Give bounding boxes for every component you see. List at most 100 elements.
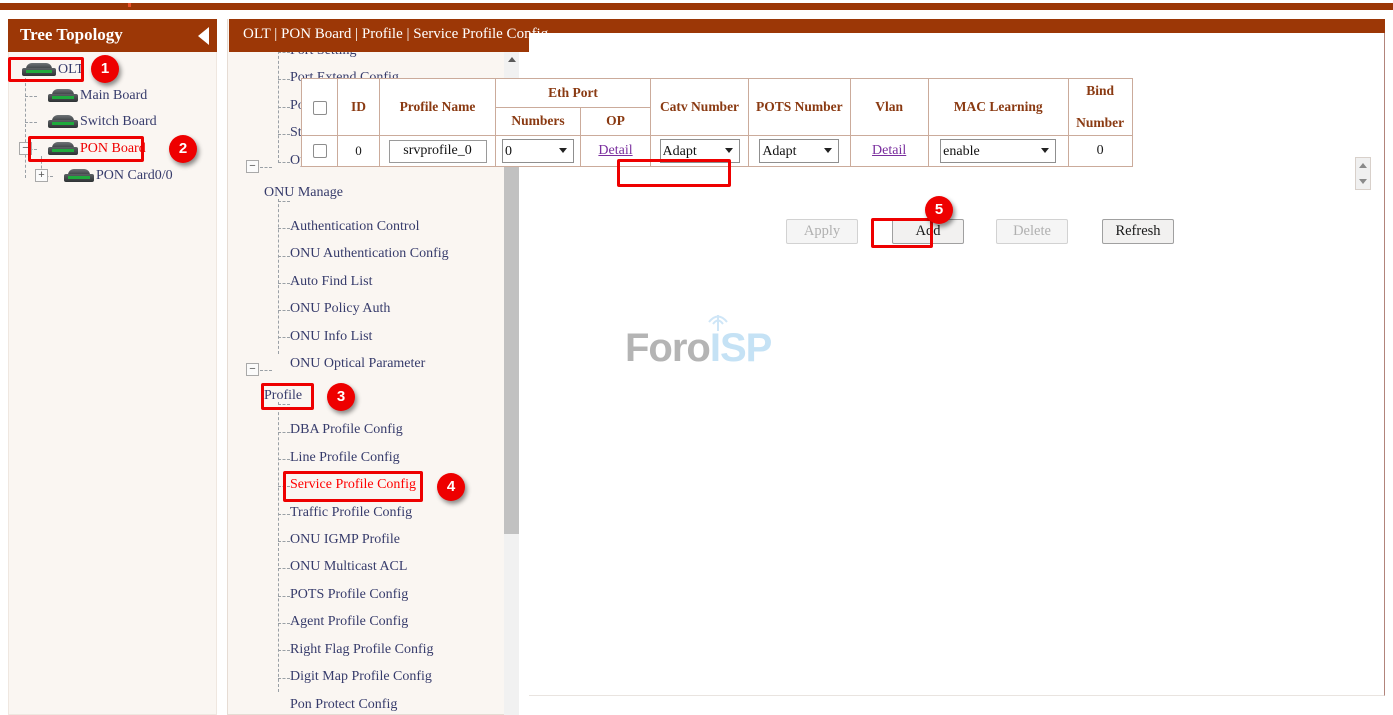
mac-learning-select[interactable]: enable xyxy=(940,139,1056,163)
nav-item-auto-find-list[interactable]: Auto Find List xyxy=(290,272,372,292)
tree-node-main-board[interactable]: Main Board xyxy=(48,86,147,106)
nav-connector-vertical xyxy=(278,199,279,354)
nav-item-onu-authentication-config[interactable]: ONU Authentication Config xyxy=(290,244,449,264)
nav-item-onu-manage[interactable]: ONU Manage xyxy=(264,183,343,203)
nav-connector-horizontal xyxy=(278,79,290,80)
nav-connector-horizontal xyxy=(278,283,290,284)
nav-connector-horizontal xyxy=(278,596,290,597)
nav-item-label: Traffic Profile Config xyxy=(290,505,412,520)
profile-name-input[interactable] xyxy=(389,140,487,163)
annotation-badge-3: 3 xyxy=(327,383,355,411)
antenna-icon xyxy=(703,309,733,331)
nav-item-authentication-control[interactable]: Authentication Control xyxy=(290,217,419,237)
eth-op-detail-link[interactable]: Detail xyxy=(598,143,632,158)
nav-item-label: Agent Profile Config xyxy=(290,614,408,629)
watermark-text-isp: ISP xyxy=(710,326,771,370)
tree-connector-horizontal xyxy=(25,122,37,123)
nav-item-label: POTS Profile Config xyxy=(290,587,408,602)
tree-node-label: Main Board xyxy=(80,88,147,103)
device-board-icon xyxy=(48,89,78,102)
pots-number-select[interactable]: Adapt xyxy=(759,139,839,163)
nav-item-service-profile-config[interactable]: Service Profile Config xyxy=(290,475,416,495)
row-profile-name-cell xyxy=(380,136,496,167)
tree-node-switch-board[interactable]: Switch Board xyxy=(48,112,157,132)
application-window: Tree Topology − + OLT Main Board Sw xyxy=(0,0,1393,715)
nav-item-label: ONU Info List xyxy=(290,329,372,344)
nav-connector-horizontal xyxy=(260,370,272,371)
row-eth-numbers-cell: 0 xyxy=(496,136,581,167)
table-row: 0 0 Detail Adapt xyxy=(302,136,1133,167)
nav-connector-horizontal xyxy=(278,541,290,542)
foroisp-watermark: ForoISP xyxy=(625,326,771,371)
nav-item-pon-protect-config[interactable]: Pon Protect Config xyxy=(290,695,397,715)
row-bind-number: 0 xyxy=(1068,136,1132,167)
triangle-left-icon[interactable] xyxy=(198,27,209,45)
apply-button[interactable]: Apply xyxy=(786,219,858,244)
row-id: 0 xyxy=(338,136,380,167)
row-checkbox[interactable] xyxy=(313,144,327,158)
nav-item-onu-info-list[interactable]: ONU Info List xyxy=(290,327,372,347)
tree-node-pon-card-0-0[interactable]: PON Card0/0 xyxy=(64,166,173,186)
table-header-eth-port: Eth Port xyxy=(496,79,651,108)
nav-item-label: Line Profile Config xyxy=(290,450,400,465)
table-header-bind-number: Bind Number xyxy=(1068,79,1132,136)
nav-item-digit-map-profile-config[interactable]: Digit Map Profile Config xyxy=(290,667,432,687)
nav-item-onu-multicast-acl[interactable]: ONU Multicast ACL xyxy=(290,557,407,577)
chevron-down-icon[interactable] xyxy=(1359,179,1367,184)
top-accent-tick xyxy=(128,3,131,7)
table-header-catv-number: Catv Number xyxy=(651,79,749,136)
tree-connector-vertical xyxy=(25,78,26,178)
tree-node-label: PON Board xyxy=(80,141,146,156)
nav-item-traffic-profile-config[interactable]: Traffic Profile Config xyxy=(290,503,412,523)
nav-item-line-profile-config[interactable]: Line Profile Config xyxy=(290,448,400,468)
nav-item-label: Service Profile Config xyxy=(290,477,416,492)
vlan-detail-link[interactable]: Detail xyxy=(872,143,906,158)
service-profile-table: ID Profile Name Eth Port Catv Number POT… xyxy=(301,78,1133,167)
tree-expander-pon-board[interactable]: − xyxy=(19,142,32,155)
row-select-cell xyxy=(302,136,338,167)
annotation-badge-1: 1 xyxy=(91,55,119,83)
nav-connector-horizontal xyxy=(278,337,290,338)
table-row-scrollbar[interactable] xyxy=(1355,157,1371,190)
top-accent-bar xyxy=(0,3,1393,10)
nav-item-label: ONU Authentication Config xyxy=(290,246,449,261)
tree-node-pon-board[interactable]: PON Board xyxy=(48,139,146,159)
tree-expander-pon-card[interactable]: + xyxy=(35,169,48,182)
tree-node-label: PON Card0/0 xyxy=(96,168,173,183)
nav-item-label: Digit Map Profile Config xyxy=(290,669,432,684)
tree-node-label: OLT xyxy=(58,62,84,77)
nav-scrollbar-thumb[interactable] xyxy=(504,149,519,534)
add-button[interactable]: Add xyxy=(892,219,964,244)
select-all-checkbox[interactable] xyxy=(313,101,327,115)
nav-connector-horizontal xyxy=(278,52,290,53)
chevron-up-icon[interactable] xyxy=(1359,163,1367,168)
device-board-icon xyxy=(64,169,94,182)
nav-scroll-up-arrow[interactable] xyxy=(504,52,519,67)
nav-item-onu-igmp-profile[interactable]: ONU IGMP Profile xyxy=(290,530,400,550)
table-header-id: ID xyxy=(338,79,380,136)
nav-connector-horizontal xyxy=(278,678,290,679)
nav-item-agent-profile-config[interactable]: Agent Profile Config xyxy=(290,612,408,632)
nav-item-right-flag-profile-config[interactable]: Right Flag Profile Config xyxy=(290,640,434,660)
delete-button[interactable]: Delete xyxy=(996,219,1068,244)
row-vlan-cell: Detail xyxy=(850,136,928,167)
watermark-text-foro: Foro xyxy=(625,326,710,370)
nav-item-onu-optical-parameter[interactable]: ONU Optical Parameter xyxy=(290,354,425,374)
tree-topology-header: Tree Topology xyxy=(8,19,217,52)
nav-item-profile[interactable]: Profile xyxy=(264,386,302,406)
nav-expander-onu-manage[interactable]: − xyxy=(246,160,259,173)
nav-connector-horizontal xyxy=(278,162,290,163)
nav-item-onu-policy-auth[interactable]: ONU Policy Auth xyxy=(290,299,390,319)
nav-item-label: ONU Manage xyxy=(264,185,343,200)
device-board-icon xyxy=(48,115,78,128)
catv-number-select[interactable]: Adapt xyxy=(660,139,740,163)
nav-connector-horizontal xyxy=(278,256,290,257)
eth-numbers-select[interactable]: 0 xyxy=(502,139,574,163)
nav-connector-horizontal xyxy=(278,134,290,135)
nav-expander-profile[interactable]: − xyxy=(246,363,259,376)
nav-item-pots-profile-config[interactable]: POTS Profile Config xyxy=(290,585,408,605)
table-header-eth-numbers: Numbers xyxy=(496,107,581,136)
nav-item-dba-profile-config[interactable]: DBA Profile Config xyxy=(290,420,403,440)
tree-node-olt[interactable]: OLT xyxy=(22,60,84,80)
refresh-button[interactable]: Refresh xyxy=(1102,219,1174,244)
